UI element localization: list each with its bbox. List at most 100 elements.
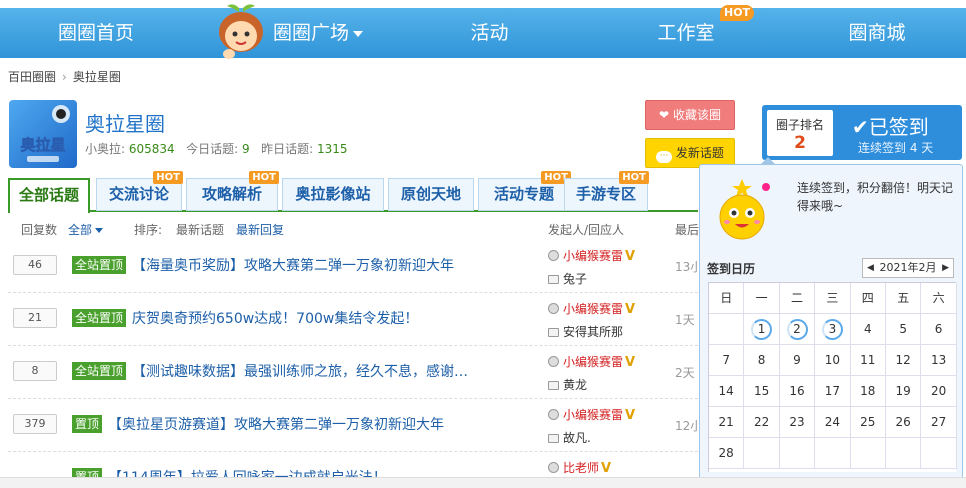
calendar-day[interactable]: 27 [921,407,957,438]
day-number: 27 [930,415,947,429]
topic-author[interactable]: 小编猴赛雷 V [548,300,635,317]
calendar-day[interactable]: 14 [709,376,745,407]
filter-row: 回复数 全部 排序: 最新话题 最新回复 发起人/回应人 最后 [8,218,708,240]
day-number: 2 [793,322,801,336]
calendar-empty-cell [921,438,957,469]
calendar-day[interactable]: 28 [709,438,745,469]
calendar-day[interactable]: 26 [886,407,922,438]
calendar-day[interactable]: 25 [850,407,886,438]
calendar-day[interactable]: 6 [921,314,957,345]
signed-label: 已签到 [868,115,929,139]
topic-replier[interactable]: 兔子 [548,270,587,287]
tab-original[interactable]: 原创天地 [388,178,474,211]
breadcrumb: 百田圈圈 › 奥拉星圈 [8,68,121,85]
sign-streak: 连续签到 4 天 [858,141,934,155]
breadcrumb-current[interactable]: 奥拉星圈 [73,70,121,84]
tab-mobile[interactable]: 手游专区 HOT [564,171,649,211]
tab-gallery[interactable]: 奥拉影像站 [282,178,384,211]
prev-month-icon[interactable]: ◀ [867,259,874,277]
topic-replier[interactable]: 黄龙 [548,376,587,393]
calendar-day[interactable]: 10 [815,345,851,376]
calendar-day[interactable]: 4 [850,314,886,345]
last-time: 1天 [675,313,695,327]
topic-author[interactable]: 比老师 V [548,459,611,476]
calendar-day[interactable]: 8 [744,345,780,376]
replies-column-label: 回复数 [21,223,58,237]
tab-guides[interactable]: 攻略解析 HOT [186,171,279,211]
calendar-day[interactable]: 11 [850,345,886,376]
today-count: 9 [242,142,250,156]
tab-label: 手游专区 [575,185,636,203]
calendar-day[interactable]: 5 [886,314,922,345]
nav-mall[interactable]: 圈商城 [840,8,914,58]
calendar-day[interactable]: 13 [921,345,957,376]
author-name: 小编猴赛雷 [563,249,624,263]
calendar-day[interactable]: 22 [744,407,780,438]
day-number: 17 [824,384,841,398]
topic-author[interactable]: 小编猴赛雷 V [548,353,635,370]
topic-title[interactable]: 【测试趣味数据】最强训练师之旅，经久不息，感谢… [132,361,468,381]
calendar-day[interactable]: 16 [779,376,816,407]
calendar-empty-cell [850,438,886,469]
calendar-day[interactable]: 19 [886,376,922,407]
calendar-day[interactable]: 3 [815,314,851,345]
user-icon [548,356,559,367]
reply-filter-dropdown[interactable]: 全部 [68,221,104,238]
day-number: 6 [934,322,943,336]
circle-logo-art: 奥拉星 [20,105,70,162]
topic-title[interactable]: 【海量奥币奖励】攻略大赛第二弹一万象初新迎大年 [132,255,454,275]
rank-box: 圈子排名 2 [767,110,833,156]
calendar-day[interactable]: 24 [815,407,851,438]
tab-discussion[interactable]: 交流讨论 HOT [96,171,183,211]
reply-count: 46 [13,255,57,275]
calendar-day[interactable]: 1 [744,314,780,345]
calendar-empty-cell [886,438,922,469]
topic-author[interactable]: 小编猴赛雷 V [548,247,635,264]
nav-studio[interactable]: 工作室 [650,8,722,58]
sort-latest-reply[interactable]: 最新回复 [236,221,284,238]
signed-status: ✔已签到 [852,111,929,140]
bottom-scroll-bar[interactable] [0,477,966,488]
next-month-icon[interactable]: ▶ [942,259,949,277]
tab-events[interactable]: 活动专题 HOT [478,171,571,211]
topic-author[interactable]: 小编猴赛雷 V [548,406,635,423]
nav-square[interactable]: 圈圈广场 [268,8,368,58]
topic-row[interactable]: 21 全站置顶 庆贺奥奇预约650w达成！700w集结令发起！ 小编猴赛雷 V 安… [8,293,708,346]
favorite-button[interactable]: ❤ 收藏该圈 [645,100,735,130]
day-number: 21 [718,415,734,429]
verified-icon: V [625,249,636,264]
smiley-icon [719,179,770,240]
topic-title[interactable]: 【奥拉星页游赛道】攻略大赛第二弹一万象初新迎大年 [108,414,444,434]
calendar-day[interactable]: 17 [815,376,851,407]
nav-events[interactable]: 活动 [462,8,517,58]
topic-row[interactable]: 379 置顶 【奥拉星页游赛道】攻略大赛第二弹一万象初新迎大年 小编猴赛雷 V 故… [8,399,708,452]
calendar-day[interactable]: 7 [709,345,745,376]
author-name: 比老师 [563,461,600,475]
sort-latest-topic[interactable]: 最新话题 [176,221,224,238]
members-label: 小奥拉: [85,142,126,156]
calendar-day[interactable]: 15 [744,376,780,407]
weekday-header: 五 [886,283,922,314]
calendar-day[interactable]: 12 [886,345,922,376]
replier-name: 故凡. [563,431,591,445]
topic-replier[interactable]: 安得其所那 [548,323,623,340]
topic-title[interactable]: 庆贺奥奇预约650w达成！700w集结令发起！ [132,308,418,328]
calendar-day[interactable]: 20 [921,376,957,407]
day-number: 22 [753,415,770,429]
topic-replier[interactable]: 故凡. [548,429,591,446]
weekday-header: 四 [850,283,886,314]
topic-row[interactable]: 8 全站置顶 【测试趣味数据】最强训练师之旅，经久不息，感谢… 小编猴赛雷 V 黄… [8,346,708,399]
calendar-day[interactable]: 23 [779,407,816,438]
circle-title[interactable]: 奥拉星圈 [85,108,165,137]
day-number: 18 [860,384,876,398]
breadcrumb-home[interactable]: 百田圈圈 [8,70,56,84]
day-number: 15 [753,384,770,398]
calendar-day[interactable]: 18 [850,376,886,407]
tab-label: 原创天地 [400,185,461,203]
tab-all[interactable]: 全部话题 [8,178,90,213]
calendar-day[interactable]: 2 [779,314,816,345]
nav-home[interactable]: 圈圈首页 [50,8,142,58]
calendar-day[interactable]: 9 [779,345,816,376]
calendar-day[interactable]: 21 [709,407,745,438]
topic-row[interactable]: 46 全站置顶 【海量奥币奖励】攻略大赛第二弹一万象初新迎大年 小编猴赛雷 V 兔… [8,240,708,293]
